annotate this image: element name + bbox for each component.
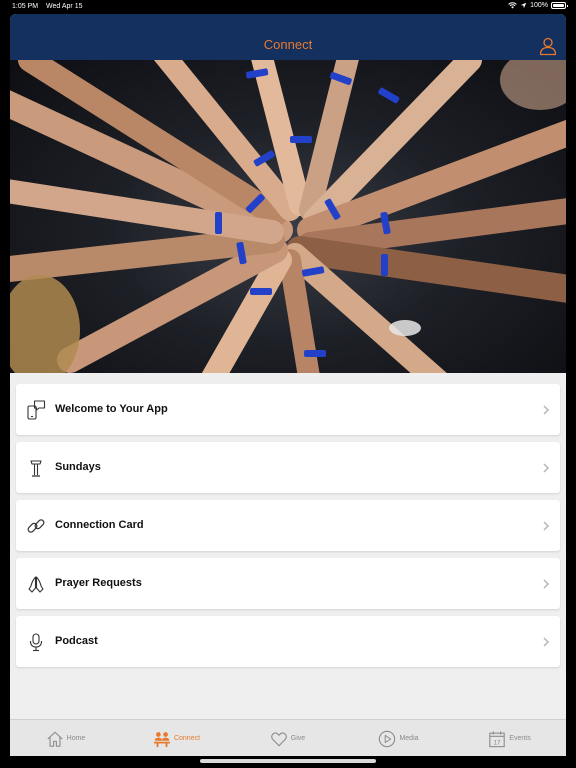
- nav-bar: Connect: [10, 14, 566, 60]
- chevron-right-icon: [543, 405, 550, 415]
- tab-give[interactable]: Give: [232, 720, 343, 756]
- wifi-icon: [508, 2, 517, 9]
- app-window: Connect Welcome to Your App Sundays Conn…: [10, 14, 566, 756]
- tab-label: Give: [290, 735, 306, 742]
- tab-label: Connect: [173, 735, 201, 742]
- battery-percent: 100%: [530, 2, 548, 9]
- page-title: Connect: [263, 37, 313, 52]
- tab-media[interactable]: Media: [343, 720, 454, 756]
- tab-label: Media: [399, 735, 419, 742]
- chevron-right-icon: [543, 521, 550, 531]
- calendar-icon: 17: [489, 730, 506, 747]
- status-left: 1:05 PM Wed Apr 15: [12, 3, 88, 10]
- menu-item-label: Podcast: [55, 635, 98, 647]
- menu-item-sundays[interactable]: Sundays: [16, 442, 560, 493]
- menu-item-label: Welcome to Your App: [55, 403, 168, 415]
- status-date: Wed Apr 15: [46, 3, 83, 10]
- menu-list: Welcome to Your App Sundays Connection C…: [16, 384, 560, 674]
- chevron-right-icon: [543, 579, 550, 589]
- tab-label: Events: [509, 735, 531, 742]
- heart-icon: [270, 731, 287, 746]
- tab-home[interactable]: Home: [10, 720, 121, 756]
- praying-hands-icon: [28, 576, 44, 593]
- status-time: 1:05 PM: [12, 3, 39, 10]
- menu-item-prayer-requests[interactable]: Prayer Requests: [16, 558, 560, 609]
- location-arrow-icon: [520, 2, 527, 9]
- menu-item-welcome[interactable]: Welcome to Your App: [16, 384, 560, 435]
- link-icon: [27, 519, 45, 533]
- hero-image: [10, 60, 566, 373]
- home-indicator: [200, 759, 376, 763]
- menu-item-label: Prayer Requests: [55, 577, 142, 589]
- house-icon: [47, 731, 63, 747]
- people-icon: [153, 731, 171, 747]
- tab-label: Home: [66, 735, 86, 742]
- chevron-right-icon: [543, 463, 550, 473]
- menu-item-podcast[interactable]: Podcast: [16, 616, 560, 667]
- battery-fill: [553, 4, 564, 7]
- play-circle-icon: [379, 730, 396, 747]
- menu-item-label: Connection Card: [55, 519, 144, 531]
- menu-item-label: Sundays: [55, 461, 101, 473]
- phone-chat-icon: [27, 400, 46, 420]
- tab-connect[interactable]: Connect: [121, 720, 232, 756]
- hands-together-illustration: [10, 60, 566, 373]
- calendar-day: 17: [494, 739, 502, 746]
- profile-icon[interactable]: [538, 36, 558, 56]
- tab-bar: Home Connect Give Media 17 Events: [10, 719, 566, 756]
- chevron-right-icon: [543, 637, 550, 647]
- status-bar: 1:05 PM Wed Apr 15 100%: [0, 0, 576, 14]
- battery-icon: [551, 2, 568, 9]
- status-right: 100%: [508, 2, 568, 9]
- microphone-icon: [29, 633, 43, 652]
- menu-item-connection-card[interactable]: Connection Card: [16, 500, 560, 551]
- tab-events[interactable]: 17 Events: [454, 720, 565, 756]
- podium-icon: [30, 460, 42, 477]
